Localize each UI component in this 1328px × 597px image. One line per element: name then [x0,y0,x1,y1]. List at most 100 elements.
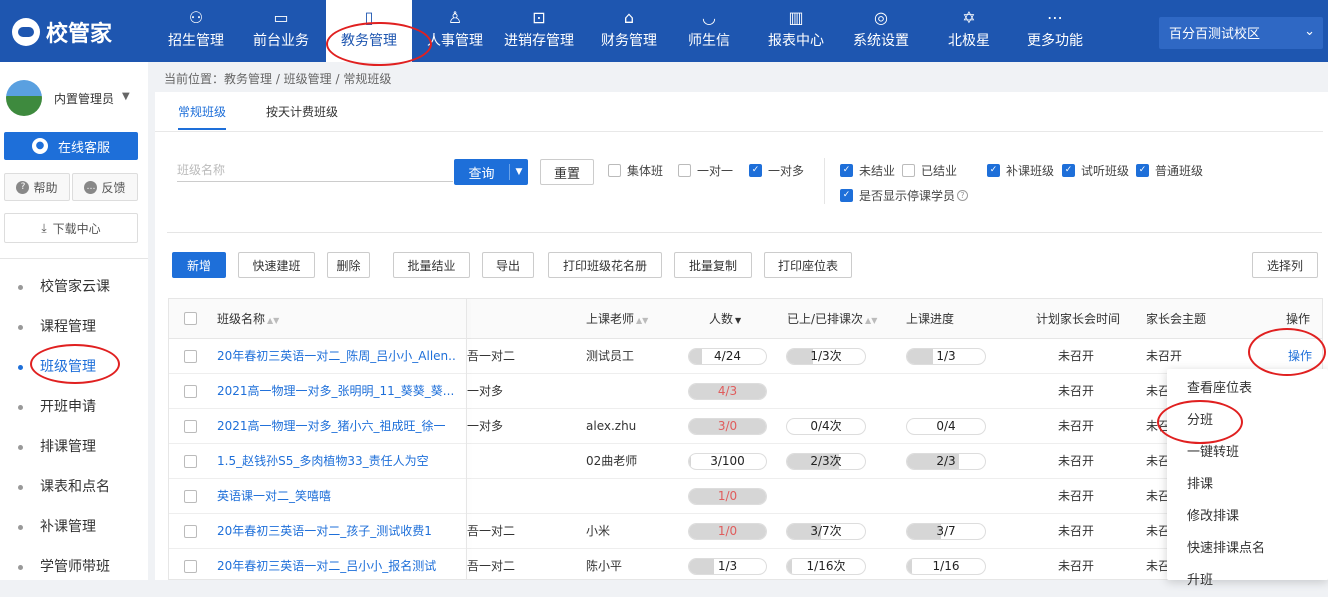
row-checkbox[interactable] [184,385,197,398]
checkbox-checked-icon[interactable]: ✓ [987,163,1000,177]
online-service-button[interactable]: ● 在线客服 [4,132,138,160]
delete-button[interactable]: 删除 [327,252,370,278]
filter-checkbox-category[interactable]: ✓ 试听班级 [1062,162,1129,178]
school-selector-value: 百分百测试校区 [1169,27,1261,42]
checkbox-icon[interactable] [902,163,915,177]
filter-label: 一对多 [768,163,805,178]
sort-icon[interactable]: ▲▼ [267,316,279,325]
menu-item-5[interactable]: 快速排课点名 [1187,533,1265,565]
batch-graduate-button[interactable]: 批量结业 [393,252,470,278]
nav-item-10[interactable]: ⋯ 更多功能 [1012,0,1098,62]
checkbox-icon[interactable] [608,163,621,177]
class-name-link[interactable]: 20年春初三英语一对二_吕小小_报名测试 [217,549,455,579]
teacher-name: 测试员工 [586,349,635,363]
row-checkbox[interactable] [184,560,197,573]
row-checkbox[interactable] [184,455,197,468]
nav-item-1[interactable]: ▭ 前台业务 [238,0,324,62]
help-button[interactable]: ? 帮助 [4,173,70,201]
nav-item-5[interactable]: ⌂ 财务管理 [586,0,672,62]
quick-create-class-button[interactable]: 快速建班 [238,252,315,278]
class-name-link[interactable]: 20年春初三英语一对二_孩子_测试收费1 [217,514,455,549]
sidebar-item-5[interactable]: 课表和点名 [0,467,148,507]
help-circle-icon[interactable]: ? [957,189,969,201]
caret-down-icon[interactable]: ▼ [122,91,130,102]
sidebar-item-label: 校管家云课 [40,279,110,295]
download-center-button[interactable]: ⤓ 下载中心 [4,213,138,243]
filter-checkbox-class_type[interactable]: 一对一 [678,162,733,178]
header-lessons[interactable]: 已上/已排课次 ▲▼ [787,299,877,339]
menu-item-4[interactable]: 修改排课 [1187,501,1239,533]
checkbox-checked-icon[interactable]: ✓ [840,188,853,202]
nav-item-4[interactable]: ⊡ 进销存管理 [496,0,582,62]
tab-regular-class[interactable]: 常规班级 [178,92,227,130]
filter-checkbox-status[interactable]: 已结业 [902,162,957,178]
sort-icon[interactable]: ▲▼ [865,316,877,325]
sort-icon[interactable]: ▲▼ [636,316,648,325]
class-type: 吾一对二 [467,524,516,538]
user-name[interactable]: 内置管理员 [54,90,114,107]
checkbox-icon[interactable] [678,163,691,177]
row-checkbox[interactable] [184,490,197,503]
menu-item-6[interactable]: 升班 [1187,565,1213,597]
filter-checkbox-status[interactable]: ✓ 未结业 [840,162,895,178]
class-name-link[interactable]: 1.5_赵钱孙S5_多肉植物33_责任人为空 [217,444,455,479]
progress-pill: 0/4次 [786,418,866,435]
nav-item-0[interactable]: ⚇ 招生管理 [153,0,239,62]
nav-item-7[interactable]: ▥ 报表中心 [753,0,839,62]
select-all-checkbox[interactable] [184,312,197,325]
header-label: 已上/已排课次 [787,312,864,326]
tab-daily-billing-class[interactable]: 按天计费班级 [266,92,338,130]
header-class-name[interactable]: 班级名称 ▲▼ [217,299,279,339]
reset-button[interactable]: 重置 [540,159,594,185]
filter-checkbox-category[interactable]: ✓ 补课班级 [987,162,1054,178]
checkbox-checked-icon[interactable]: ✓ [1136,163,1149,177]
batch-copy-button[interactable]: 批量复制 [674,252,752,278]
print-roster-button[interactable]: 打印班级花名册 [548,252,662,278]
sidebar-item-4[interactable]: 排课管理 [0,427,148,467]
class-name-link[interactable]: 2021高一物理一对多_张明明_11_葵葵_葵... [217,374,455,409]
query-button[interactable]: 查询 ▼ [454,159,528,185]
table-row: 2021高一物理一对多_猪小六_祖成旺_徐一 一对多 alex.zhu 3/0 0/4次… [169,409,1322,444]
meeting-time: 未召开 [1057,419,1094,433]
sidebar-item-1[interactable]: 课程管理 [0,307,148,347]
filter-checkbox-class_type[interactable]: ✓ 一对多 [749,162,804,178]
header-student-count[interactable]: 人数 ▼ [709,299,741,339]
menu-item-3[interactable]: 排课 [1187,469,1213,501]
checkbox-checked-icon[interactable]: ✓ [840,163,853,177]
avatar[interactable] [6,80,42,116]
class-type: 一对多 [467,384,504,398]
row-checkbox[interactable] [184,525,197,538]
row-checkbox[interactable] [184,420,197,433]
export-button[interactable]: 导出 [482,252,534,278]
school-selector[interactable]: 百分百测试校区 ⌄ [1159,17,1323,49]
sidebar-item-3[interactable]: 开班申请 [0,387,148,427]
print-seating-button[interactable]: 打印座位表 [764,252,852,278]
search-input[interactable] [177,160,447,180]
sort-desc-icon[interactable]: ▼ [735,316,741,325]
teacher-name: alex.zhu [586,419,637,433]
checkbox-checked-icon[interactable]: ✓ [1062,163,1075,177]
class-name-link[interactable]: 英语课一对二_笑嘻嘻 [217,479,455,514]
class-name-link[interactable]: 2021高一物理一对多_猪小六_祖成旺_徐一 [217,409,455,444]
checkbox-checked-icon[interactable]: ✓ [749,163,762,177]
more-icon: ⋯ [1047,8,1063,27]
add-button[interactable]: 新增 [172,252,226,278]
bullet-icon [18,325,23,330]
select-columns-button[interactable]: 选择列 [1252,252,1318,278]
feedback-button[interactable]: … 反馈 [72,173,138,201]
nav-item-9[interactable]: ✡ 北极星 [926,0,1012,62]
sidebar-item-7[interactable]: 学管师带班 [0,547,148,587]
filter-checkbox-category[interactable]: ✓ 普通班级 [1136,162,1203,178]
sidebar-item-6[interactable]: 补课管理 [0,507,148,547]
header-label: 班级名称 [217,312,266,326]
nav-item-8[interactable]: ◎ 系统设置 [838,0,924,62]
row-checkbox[interactable] [184,350,197,363]
chevron-down-icon[interactable]: ▼ [510,167,528,177]
logo[interactable]: 校管家 [12,16,112,48]
class-name-link[interactable]: 20年春初三英语一对二_陈周_吕小小_Allen... [217,339,455,374]
sidebar-item-0[interactable]: 校管家云课 [0,267,148,307]
filter-checkbox-class_type[interactable]: 集体班 [608,162,663,178]
nav-item-6[interactable]: ◡ 师生信 [666,0,752,62]
filter-checkbox-show_paused[interactable]: ✓ 是否显示停课学员? [840,187,969,203]
header-teacher[interactable]: 上课老师 ▲▼ [586,299,648,339]
